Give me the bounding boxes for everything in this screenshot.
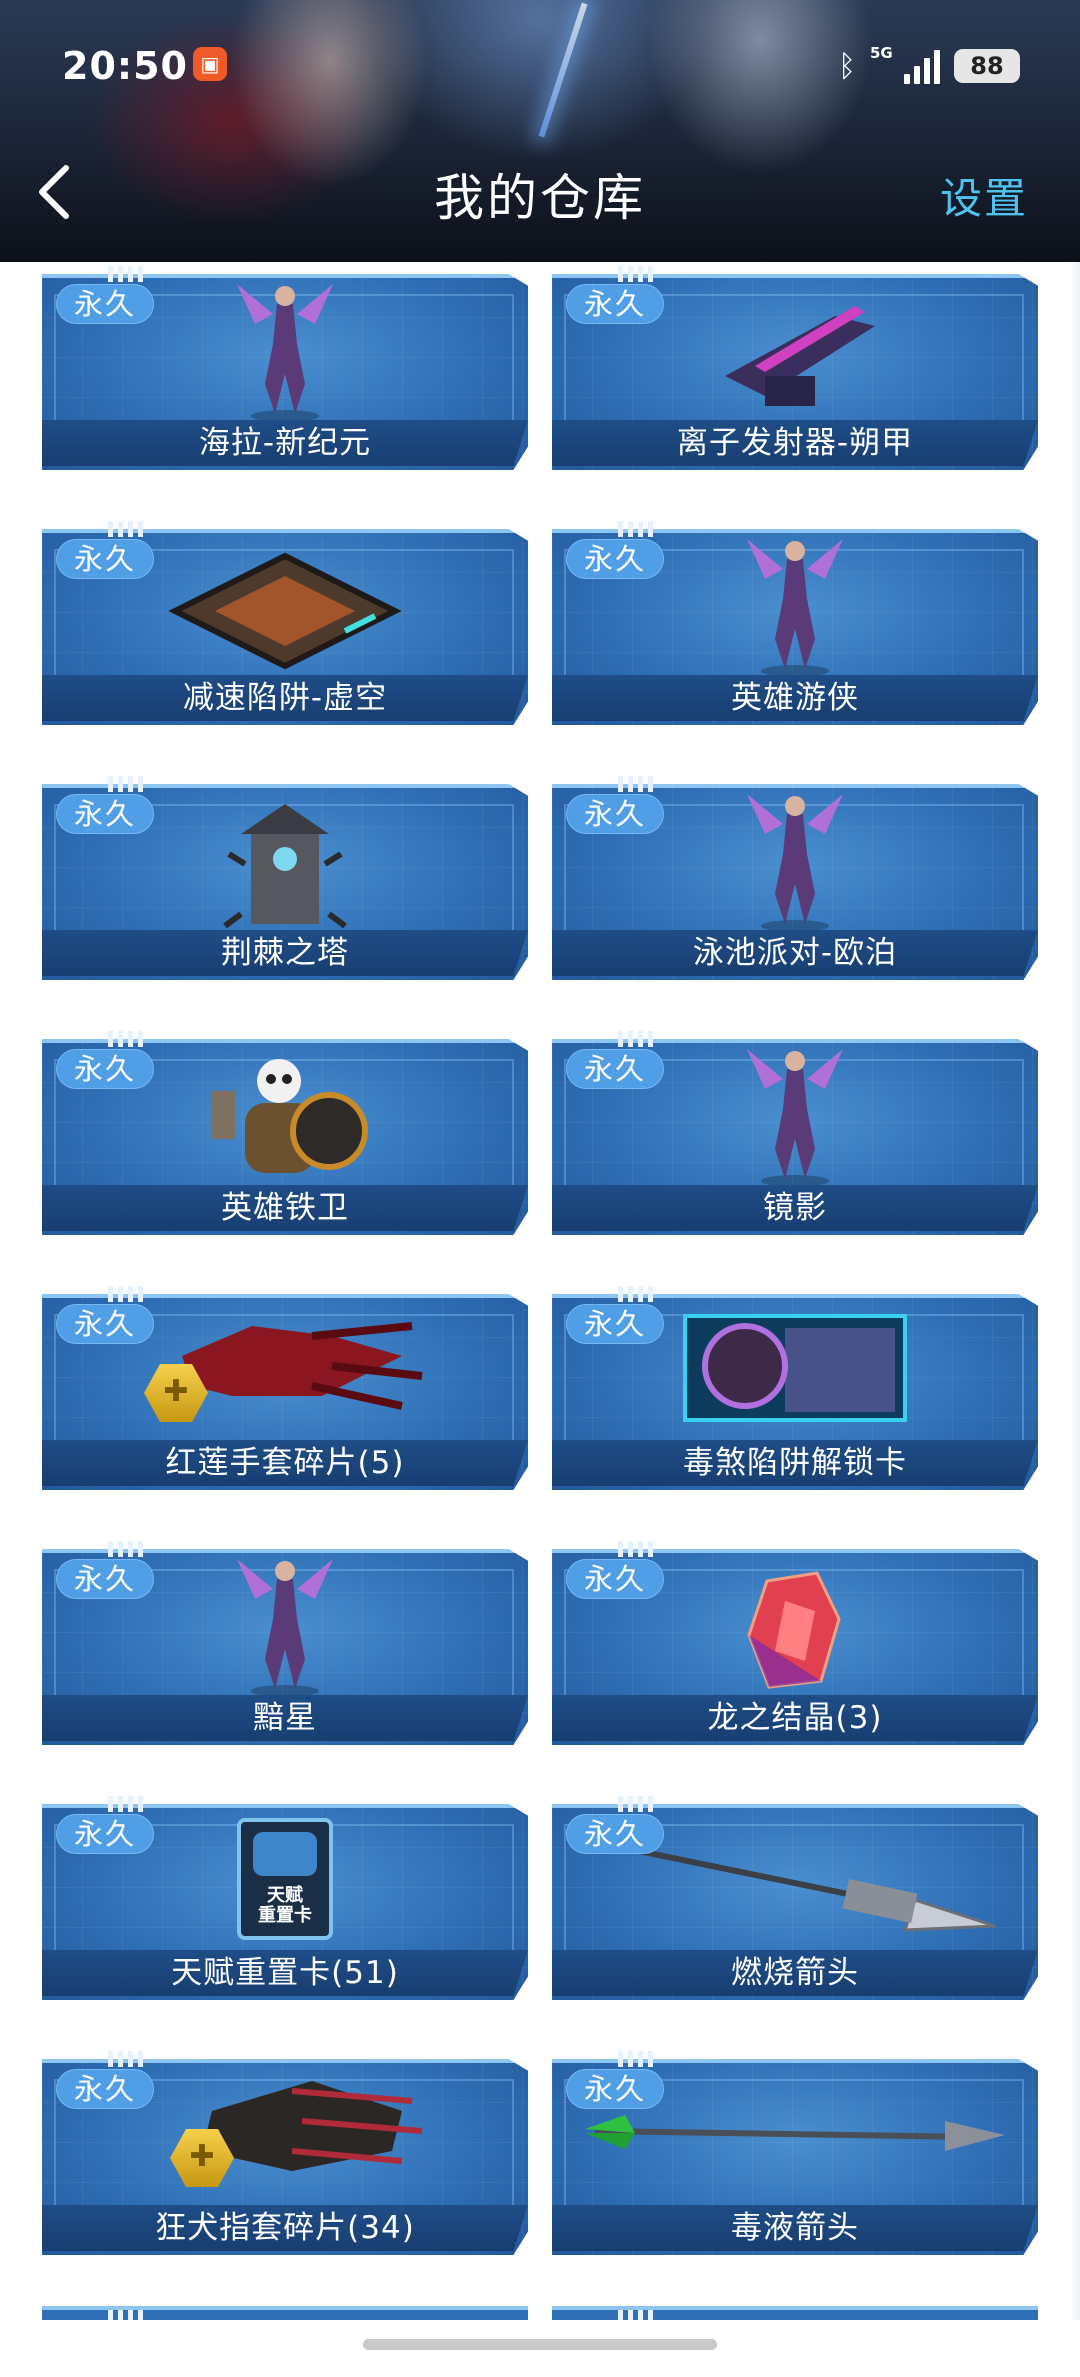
permanent-badge: 永久 bbox=[566, 1049, 665, 1089]
permanent-badge: 永久 bbox=[566, 539, 665, 579]
permanent-badge: 永久 bbox=[56, 284, 155, 324]
reset-card-label: 天赋 重置卡 bbox=[258, 1885, 312, 1926]
item-name: 红莲手套碎片(5) bbox=[42, 1440, 528, 1486]
header-banner: 20:50 ▣ ᛒ 5G 88 我的仓库 设置 bbox=[0, 0, 1080, 262]
item-name: 荆棘之塔 bbox=[42, 930, 528, 976]
item-name: 英雄游侠 bbox=[552, 675, 1038, 721]
permanent-badge: 永久 bbox=[56, 1049, 155, 1089]
warehouse-item-card[interactable]: 永久英雄游侠 bbox=[552, 521, 1038, 725]
network-type: 5G bbox=[870, 44, 893, 62]
signal-icon: 5G bbox=[870, 44, 940, 84]
item-name: 镜影 bbox=[552, 1185, 1038, 1231]
warehouse-item-card[interactable]: 永久离子发射器-朔甲 bbox=[552, 266, 1038, 470]
item-name: 减速陷阱-虚空 bbox=[42, 675, 528, 721]
warehouse-item-card[interactable]: 永久镜影 bbox=[552, 1031, 1038, 1235]
item-name: 毒液箭头 bbox=[552, 2205, 1038, 2251]
item-name: 毒煞陷阱解锁卡 bbox=[552, 1440, 1038, 1486]
item-name: 离子发射器-朔甲 bbox=[552, 420, 1038, 466]
battery-icon: 88 bbox=[954, 49, 1020, 83]
warehouse-item-card[interactable]: 永久泳池派对-欧泊 bbox=[552, 776, 1038, 980]
permanent-badge: 永久 bbox=[56, 794, 155, 834]
warehouse-item-card[interactable]: 永久龙之结晶(3) bbox=[552, 1541, 1038, 1745]
permanent-badge: 永久 bbox=[566, 1814, 665, 1854]
warehouse-item-card[interactable]: 永久狂犬指套碎片(34) bbox=[42, 2051, 528, 2255]
permanent-badge: 永久 bbox=[56, 2069, 155, 2109]
home-indicator[interactable] bbox=[363, 2339, 717, 2350]
item-name: 燃烧箭头 bbox=[552, 1950, 1038, 1996]
permanent-badge: 永久 bbox=[56, 1304, 155, 1344]
permanent-badge: 永久 bbox=[566, 1559, 665, 1599]
item-name: 海拉-新纪元 bbox=[42, 420, 528, 466]
permanent-badge: 永久 bbox=[56, 1814, 155, 1854]
permanent-badge: 永久 bbox=[56, 539, 155, 579]
item-name: 狂犬指套碎片(34) bbox=[42, 2205, 528, 2251]
status-time: 20:50 bbox=[62, 44, 188, 88]
permanent-badge: 永久 bbox=[56, 1559, 155, 1599]
warehouse-item-card[interactable]: 永久红莲手套碎片(5) bbox=[42, 1286, 528, 1490]
warehouse-item-card[interactable]: 永久英雄铁卫 bbox=[42, 1031, 528, 1235]
item-name: 英雄铁卫 bbox=[42, 1185, 528, 1231]
banner-lightning bbox=[538, 2, 588, 138]
permanent-badge: 永久 bbox=[566, 2069, 665, 2109]
item-name: 泳池派对-欧泊 bbox=[552, 930, 1038, 976]
warehouse-item-card[interactable]: 永久海拉-新纪元 bbox=[42, 266, 528, 470]
permanent-badge: 永久 bbox=[566, 284, 665, 324]
warehouse-item-card[interactable]: 永久荆棘之塔 bbox=[42, 776, 528, 980]
bluetooth-icon: ᛒ bbox=[838, 48, 856, 84]
page-title: 我的仓库 bbox=[434, 169, 646, 227]
warehouse-item-card[interactable]: 永久黯星 bbox=[42, 1541, 528, 1745]
permanent-badge: 永久 bbox=[566, 1304, 665, 1344]
warehouse-item-card[interactable]: 永久天赋重置卡(51) 天赋 重置卡 bbox=[42, 1796, 528, 2000]
settings-button[interactable]: 设置 bbox=[940, 165, 1028, 226]
warehouse-item-card[interactable]: 永久毒煞陷阱解锁卡 bbox=[552, 1286, 1038, 1490]
warehouse-item-card[interactable]: 永久减速陷阱-虚空 bbox=[42, 521, 528, 725]
warehouse-item-card[interactable]: 永久燃烧箭头 bbox=[552, 1796, 1038, 2000]
app-notification-icon: ▣ bbox=[193, 47, 227, 81]
item-name: 龙之结晶(3) bbox=[552, 1695, 1038, 1741]
status-icons: ᛒ 5G 88 bbox=[838, 44, 1020, 86]
item-name: 黯星 bbox=[42, 1695, 528, 1741]
warehouse-item-card[interactable]: 永久毒液箭头 bbox=[552, 2051, 1038, 2255]
permanent-badge: 永久 bbox=[566, 794, 665, 834]
scroll-edge bbox=[1070, 262, 1080, 2322]
item-name: 天赋重置卡(51) bbox=[42, 1950, 528, 1996]
